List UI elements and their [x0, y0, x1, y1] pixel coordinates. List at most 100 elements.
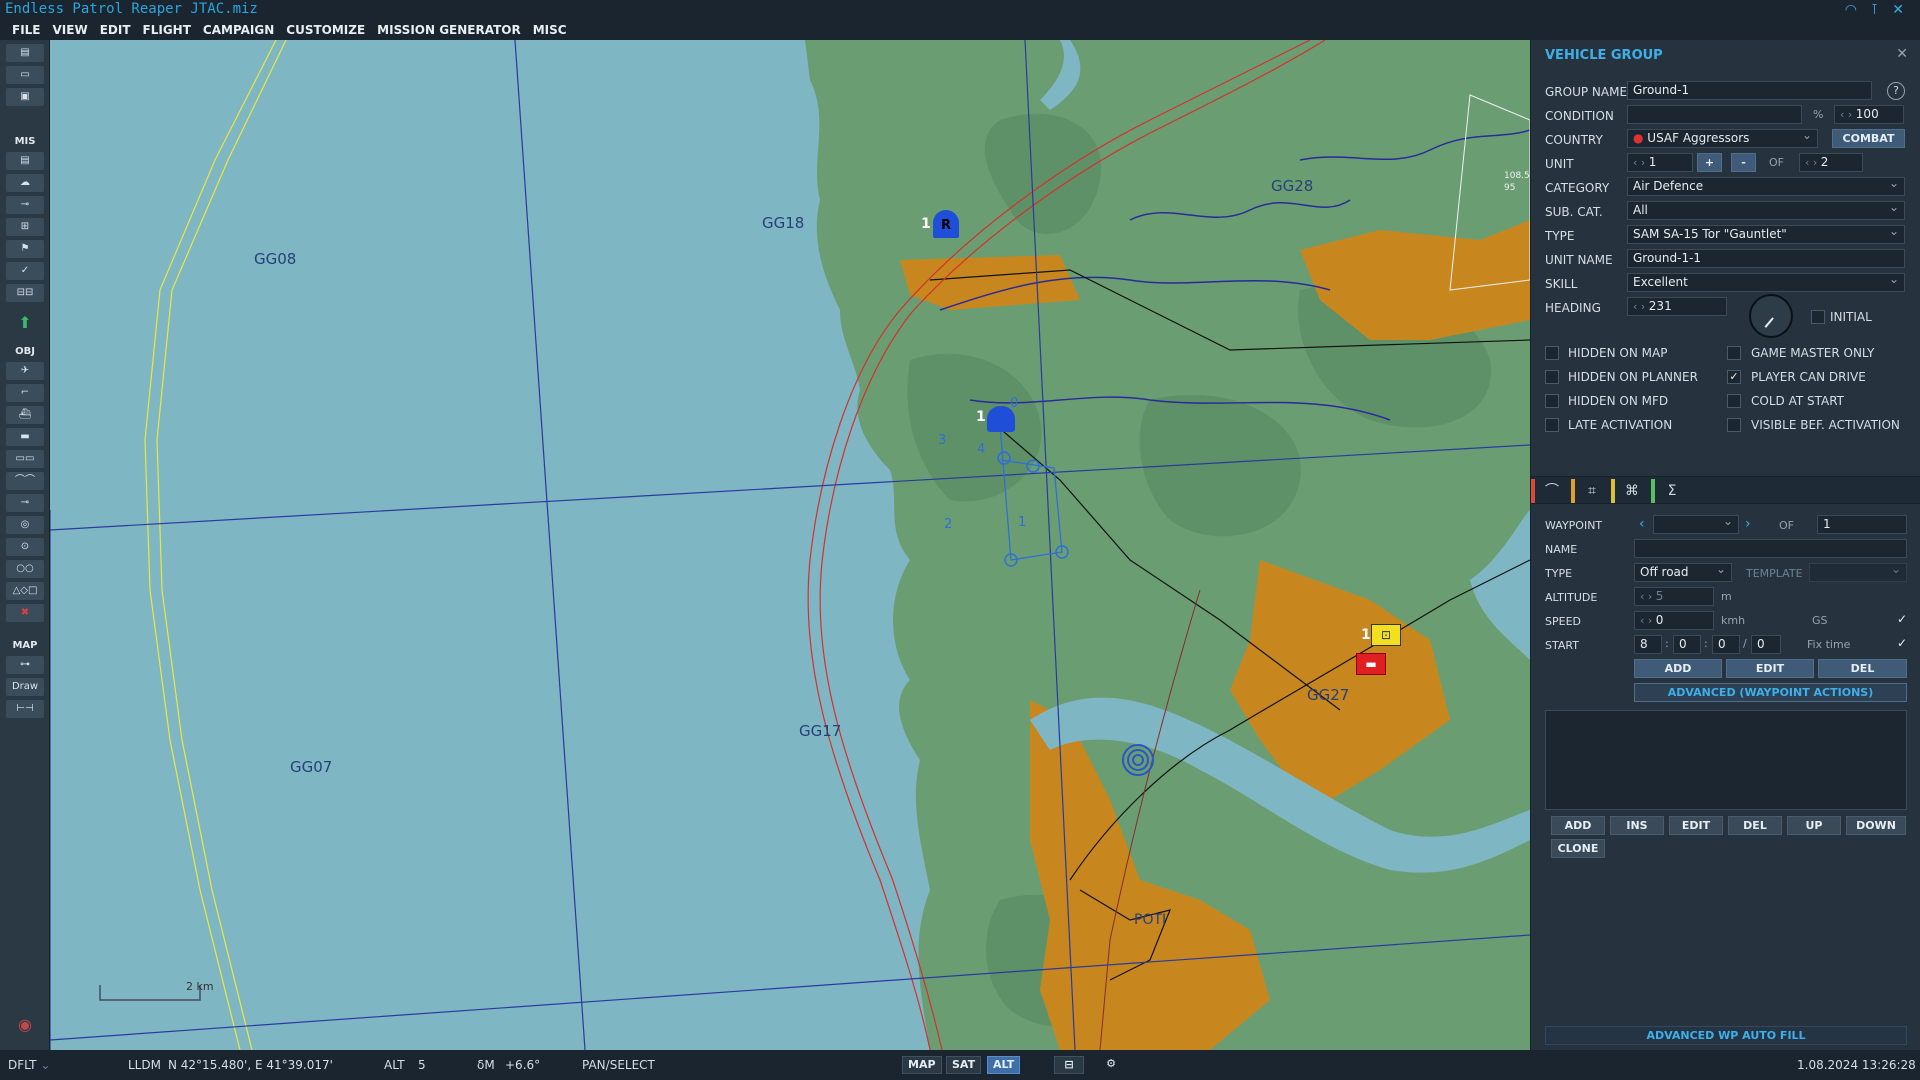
cold-at-start-checkbox[interactable] — [1727, 394, 1741, 408]
subcat-select[interactable]: All — [1627, 201, 1905, 220]
gs-checkbox[interactable]: ✓ — [1897, 612, 1907, 626]
payload-tab-icon[interactable]: ⌘ — [1615, 479, 1649, 503]
menu-view[interactable]: VIEW — [47, 20, 94, 40]
triggers-icon[interactable]: ⊟⊟ — [6, 284, 44, 302]
ruler-icon[interactable]: ⊢⊣ — [6, 700, 44, 718]
menu-file[interactable]: FILE — [6, 20, 47, 40]
action-del-button[interactable]: DEL — [1728, 816, 1782, 835]
condition-field[interactable]: ‹ › 100 — [1834, 105, 1904, 124]
awacs-unit-icon[interactable]: R — [933, 210, 959, 238]
heading-dial-icon[interactable] — [1749, 294, 1793, 338]
failures-icon[interactable]: ⊸ — [6, 196, 44, 214]
up-arrow-icon[interactable]: ⬆ — [6, 314, 44, 332]
late-activation-checkbox[interactable] — [1545, 418, 1559, 432]
player-can-drive-checkbox[interactable]: ✓ — [1727, 370, 1741, 384]
static-icon[interactable]: ▭▭ — [6, 450, 44, 468]
actions-list[interactable] — [1545, 710, 1907, 810]
layers-icon[interactable]: ⊟ — [1054, 1056, 1084, 1074]
menu-misc[interactable]: MISC — [527, 20, 573, 40]
weather-icon[interactable]: ☁ — [6, 174, 44, 192]
sam-selected-icon[interactable]: ⊡ — [1371, 624, 1401, 646]
close-icon[interactable]: ✕ — [1892, 2, 1904, 18]
summary-tab-icon[interactable]: Σ — [1655, 479, 1689, 503]
start-day-field[interactable]: 8 — [1634, 635, 1662, 654]
initial-checkbox[interactable] — [1811, 310, 1825, 324]
visible-bef-activation-checkbox[interactable] — [1727, 418, 1741, 432]
game-master-only-checkbox[interactable] — [1727, 346, 1741, 360]
heading-field[interactable]: ‹ › 231 — [1627, 297, 1727, 316]
remove-unit-button[interactable]: - — [1731, 153, 1756, 172]
map-options-icon[interactable]: ⊶ — [6, 656, 44, 674]
start-minute-field[interactable]: 0 — [1712, 635, 1740, 654]
zone-icon[interactable]: ◎ — [6, 516, 44, 534]
menu-flight[interactable]: FLIGHT — [137, 20, 197, 40]
start-hour-field[interactable]: 0 — [1673, 635, 1701, 654]
menu-edit[interactable]: EDIT — [94, 20, 137, 40]
target-icon[interactable]: ⊙ — [6, 538, 44, 556]
action-add-button[interactable]: ADD — [1551, 816, 1605, 835]
open-folder-icon[interactable]: ▭ — [6, 66, 44, 84]
ship-icon[interactable]: ⛴ — [6, 406, 44, 424]
menu-mission-generator[interactable]: MISSION GENERATOR — [371, 20, 527, 40]
action-down-button[interactable]: DOWN — [1846, 816, 1906, 835]
group-name-field[interactable]: Ground-1 — [1627, 81, 1872, 100]
unit-name-field[interactable]: Ground-1-1 — [1627, 249, 1905, 268]
hidden-on-mfd-checkbox[interactable] — [1545, 394, 1559, 408]
coord-mode[interactable]: LLDM — [128, 1058, 161, 1072]
action-ins-button[interactable]: INS — [1610, 816, 1664, 835]
hidden-on-planner-checkbox[interactable] — [1545, 370, 1559, 384]
action-up-button[interactable]: UP — [1787, 816, 1841, 835]
flag-icon[interactable]: ⚑ — [6, 240, 44, 258]
advanced-wp-auto-fill-button[interactable]: ADVANCED WP AUTO FILL — [1545, 1026, 1907, 1045]
save-icon[interactable]: ▣ — [6, 88, 44, 106]
combat-button[interactable]: COMBAT — [1832, 129, 1905, 148]
stepper-arrows-icon[interactable]: ‹ › — [1633, 300, 1649, 313]
map-mode-button[interactable]: MAP — [902, 1056, 942, 1074]
country-select[interactable]: ● USAF Aggressors — [1627, 129, 1818, 148]
route-tab-icon[interactable]: ⌒ — [1535, 479, 1569, 503]
record-icon[interactable]: ◉ — [6, 1016, 44, 1034]
wp-edit-button[interactable]: EDIT — [1726, 659, 1814, 678]
triggered-actions-tab-icon[interactable]: ⌗ — [1575, 479, 1609, 503]
category-select[interactable]: Air Defence — [1627, 177, 1905, 196]
wp-type-select[interactable]: Off road — [1634, 563, 1732, 582]
add-unit-button[interactable]: + — [1697, 153, 1722, 172]
rings-icon[interactable]: ○○ — [6, 560, 44, 578]
next-waypoint-icon[interactable]: › — [1745, 516, 1751, 532]
profile-select[interactable]: DFLT ⌄ — [8, 1058, 50, 1072]
helicopter-icon[interactable]: ⌐ — [6, 384, 44, 402]
shapes-icon[interactable]: △◇□ — [6, 582, 44, 600]
type-select[interactable]: SAM SA-15 Tor "Gauntlet" — [1627, 225, 1905, 244]
map-view[interactable]: GG08 GG18 GG28 GG07 GG17 GG27 POTI 2 km … — [50, 40, 1530, 1050]
enemy-vehicle-icon[interactable]: ▬ — [1356, 653, 1386, 675]
check-icon[interactable]: ✓ — [6, 262, 44, 280]
sat-mode-button[interactable]: SAT — [946, 1056, 982, 1074]
plane-icon[interactable]: ✈ — [6, 362, 44, 380]
start-second-field[interactable]: 0 — [1751, 635, 1781, 654]
wp-add-button[interactable]: ADD — [1634, 659, 1722, 678]
briefing-icon[interactable]: ▤ — [6, 152, 44, 170]
unit-field[interactable]: ‹ › 1 — [1627, 153, 1693, 172]
airfield-icon[interactable]: ⊸ — [6, 494, 44, 512]
delete-icon[interactable]: ✖ — [6, 604, 44, 622]
advanced-waypoint-actions-button[interactable]: ADVANCED (WAYPOINT ACTIONS) — [1634, 683, 1907, 702]
skill-select[interactable]: Excellent — [1627, 273, 1905, 292]
stepper-arrows-icon[interactable]: ‹ › — [1840, 108, 1856, 121]
alt-mode-button[interactable]: ALT — [987, 1056, 1021, 1074]
fix-time-checkbox[interactable]: ✓ — [1897, 636, 1907, 650]
waypoint-select[interactable] — [1653, 515, 1739, 534]
prev-waypoint-icon[interactable]: ‹ — [1639, 516, 1645, 532]
settings-icon[interactable]: ⚙ — [1100, 1056, 1122, 1074]
action-edit-button[interactable]: EDIT — [1669, 816, 1723, 835]
template-icon[interactable]: ⌒⌒ — [6, 472, 44, 490]
close-panel-icon[interactable]: ✕ — [1896, 46, 1908, 62]
menu-campaign[interactable]: CAMPAIGN — [197, 20, 280, 40]
help-icon[interactable]: ? — [1887, 82, 1905, 100]
new-mission-icon[interactable]: ▤ — [6, 44, 44, 62]
vehicle-icon[interactable]: ▬ — [6, 428, 44, 446]
resource-icon[interactable]: ⊞ — [6, 218, 44, 236]
action-clone-button[interactable]: CLONE — [1551, 839, 1605, 858]
draw-button[interactable]: Draw — [6, 678, 44, 696]
wp-del-button[interactable]: DEL — [1818, 659, 1907, 678]
condition-bar[interactable] — [1627, 105, 1802, 124]
